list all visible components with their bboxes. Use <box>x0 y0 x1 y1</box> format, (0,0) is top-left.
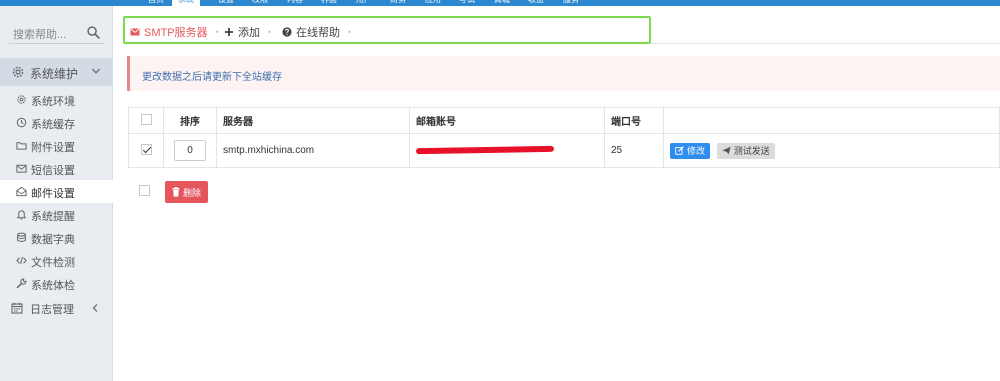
sidebar-item-system-env[interactable]: 系统环境 <box>0 88 113 111</box>
column-header-server: 服务器 <box>216 107 410 134</box>
nav-item-home[interactable]: 首页 <box>148 0 164 5</box>
menu-group-label: 日志管理 <box>30 304 74 316</box>
nav-item-exam[interactable]: 考试 <box>459 0 475 5</box>
table-header-row: 排序 服务器 邮箱账号 端口号 <box>128 107 1000 134</box>
sidebar-item-system-reminder[interactable]: 系统提醒 <box>0 203 113 226</box>
nav-item-apps[interactable]: 应用 <box>425 0 441 5</box>
row-checkbox[interactable] <box>140 143 152 155</box>
send-icon <box>722 146 731 155</box>
edit-label: 修改 <box>687 146 706 156</box>
tab-separator: ⬩ <box>268 27 271 36</box>
folder-icon <box>16 142 27 150</box>
tab-add[interactable]: 添加 ⬩ <box>224 24 271 40</box>
nav-item-users[interactable]: 用户 <box>356 0 372 5</box>
nav-item-mall[interactable]: 商城 <box>494 0 510 5</box>
test-send-button[interactable]: 测试发送 <box>716 142 775 159</box>
nav-item-finance[interactable]: 财务 <box>390 0 406 5</box>
column-header-order: 排序 <box>163 107 217 134</box>
sidebar-item-label: 附件设置 <box>31 142 75 154</box>
nav-item-earnings[interactable]: 收益 <box>528 0 544 5</box>
nav-item-system[interactable]: 系统 <box>172 0 200 6</box>
select-all-checkbox[interactable] <box>140 113 152 125</box>
clock-icon <box>16 117 27 128</box>
sidebar-item-system-cache[interactable]: 系统缓存 <box>0 111 113 134</box>
tab-separator: ⬩ <box>348 27 351 36</box>
sidebar-item-label: 系统体检 <box>31 280 75 292</box>
edit-icon <box>675 146 684 155</box>
test-send-label: 测试发送 <box>733 146 770 156</box>
sidebar-item-mail-settings[interactable]: 邮件设置 <box>0 180 113 203</box>
nav-item-interface[interactable]: 界面 <box>321 0 337 5</box>
tab-online-help[interactable]: 在线帮助 ⬩ <box>282 24 351 40</box>
server-cell: smtp.mxhichina.com <box>216 133 410 168</box>
sidebar-item-sms-settings[interactable]: 短信设置 <box>0 157 113 180</box>
bell-icon <box>16 210 27 220</box>
envelope-icon <box>16 164 27 173</box>
delete-label: 删除 <box>183 187 202 198</box>
divider <box>651 43 1000 44</box>
port-cell: 25 <box>604 133 664 168</box>
tab-smtp-server[interactable]: SMTP服务器 ⬩ <box>130 24 218 40</box>
sidebar-item-file-check[interactable]: 文件检测 <box>0 249 113 272</box>
mail-open-icon <box>16 186 27 197</box>
search-input[interactable]: 搜索帮助... <box>9 22 104 44</box>
tab-separator: ⬩ <box>215 27 219 36</box>
nav-item-content[interactable]: 内容 <box>287 0 303 5</box>
redacted-account <box>415 146 555 155</box>
column-header-account: 邮箱账号 <box>409 107 605 134</box>
alert-text: 更改数据之后请更新下全站缓存 <box>142 72 282 83</box>
sidebar-item-label: 邮件设置 <box>31 188 75 200</box>
database-icon <box>17 232 26 242</box>
menu-group-log-management[interactable]: 日志管理 <box>0 296 113 320</box>
table-row: 0 smtp.mxhichina.com 25 修改 测试发送 <box>128 133 1000 168</box>
sidebar-item-label: 系统环境 <box>31 96 75 108</box>
smtp-table: 排序 服务器 邮箱账号 端口号 0 smtp.mxhichina.com 25 … <box>128 107 1000 168</box>
tab-add-label: 添加 <box>238 27 260 39</box>
bulk-select-checkbox[interactable] <box>139 185 150 196</box>
envelope-icon <box>130 28 140 36</box>
search-icon[interactable] <box>87 26 100 39</box>
gear-icon <box>17 95 26 104</box>
nav-item-permissions[interactable]: 权限 <box>252 0 268 5</box>
sidebar-item-label: 系统缓存 <box>31 119 75 131</box>
sidebar-item-label: 文件检测 <box>31 257 75 269</box>
chevron-down-icon <box>91 68 101 74</box>
nav-item-service[interactable]: 服务 <box>563 0 579 5</box>
tab-help-label: 在线帮助 <box>296 27 340 39</box>
calendar-icon <box>11 302 23 314</box>
chevron-left-icon <box>92 304 98 312</box>
code-icon <box>16 256 27 265</box>
sidebar-item-attachment-settings[interactable]: 附件设置 <box>0 134 113 157</box>
question-circle-icon <box>282 27 292 37</box>
trash-icon <box>172 187 180 197</box>
sidebar-item-label: 短信设置 <box>31 165 75 177</box>
sidebar-item-label: 数据字典 <box>31 234 75 246</box>
sidebar: 搜索帮助... 系统维护 系统环境 系统缓存 附件设置 短信设置 邮件设置 系统… <box>0 6 113 381</box>
edit-button[interactable]: 修改 <box>670 142 711 159</box>
nav-item-settings[interactable]: 设置 <box>218 0 234 5</box>
menu-group-label: 系统维护 <box>30 67 79 81</box>
gear-icon <box>12 66 24 78</box>
order-input[interactable]: 0 <box>174 140 206 161</box>
delete-button[interactable]: 删除 <box>165 181 209 203</box>
column-header-port: 端口号 <box>604 107 664 134</box>
tab-smtp-label: SMTP服务器 <box>144 27 208 39</box>
tab-bar: SMTP服务器 ⬩ 添加 ⬩ 在线帮助 ⬩ <box>123 16 651 44</box>
sidebar-item-system-checkup[interactable]: 系统体检 <box>0 272 113 295</box>
column-header-actions <box>663 107 1000 134</box>
menu-group-system-maintenance[interactable]: 系统维护 <box>0 58 113 86</box>
sidebar-item-data-dictionary[interactable]: 数据字典 <box>0 226 113 249</box>
top-nav: 首页 系统 设置 权限 内容 界面 用户 财务 应用 考试 商城 收益 服务 <box>0 0 1000 6</box>
search-placeholder: 搜索帮助... <box>13 29 67 41</box>
plus-icon <box>225 28 233 36</box>
sidebar-item-label: 系统提醒 <box>31 211 75 223</box>
cache-alert: 更改数据之后请更新下全站缓存 <box>127 56 1000 91</box>
wrench-icon <box>16 278 27 289</box>
